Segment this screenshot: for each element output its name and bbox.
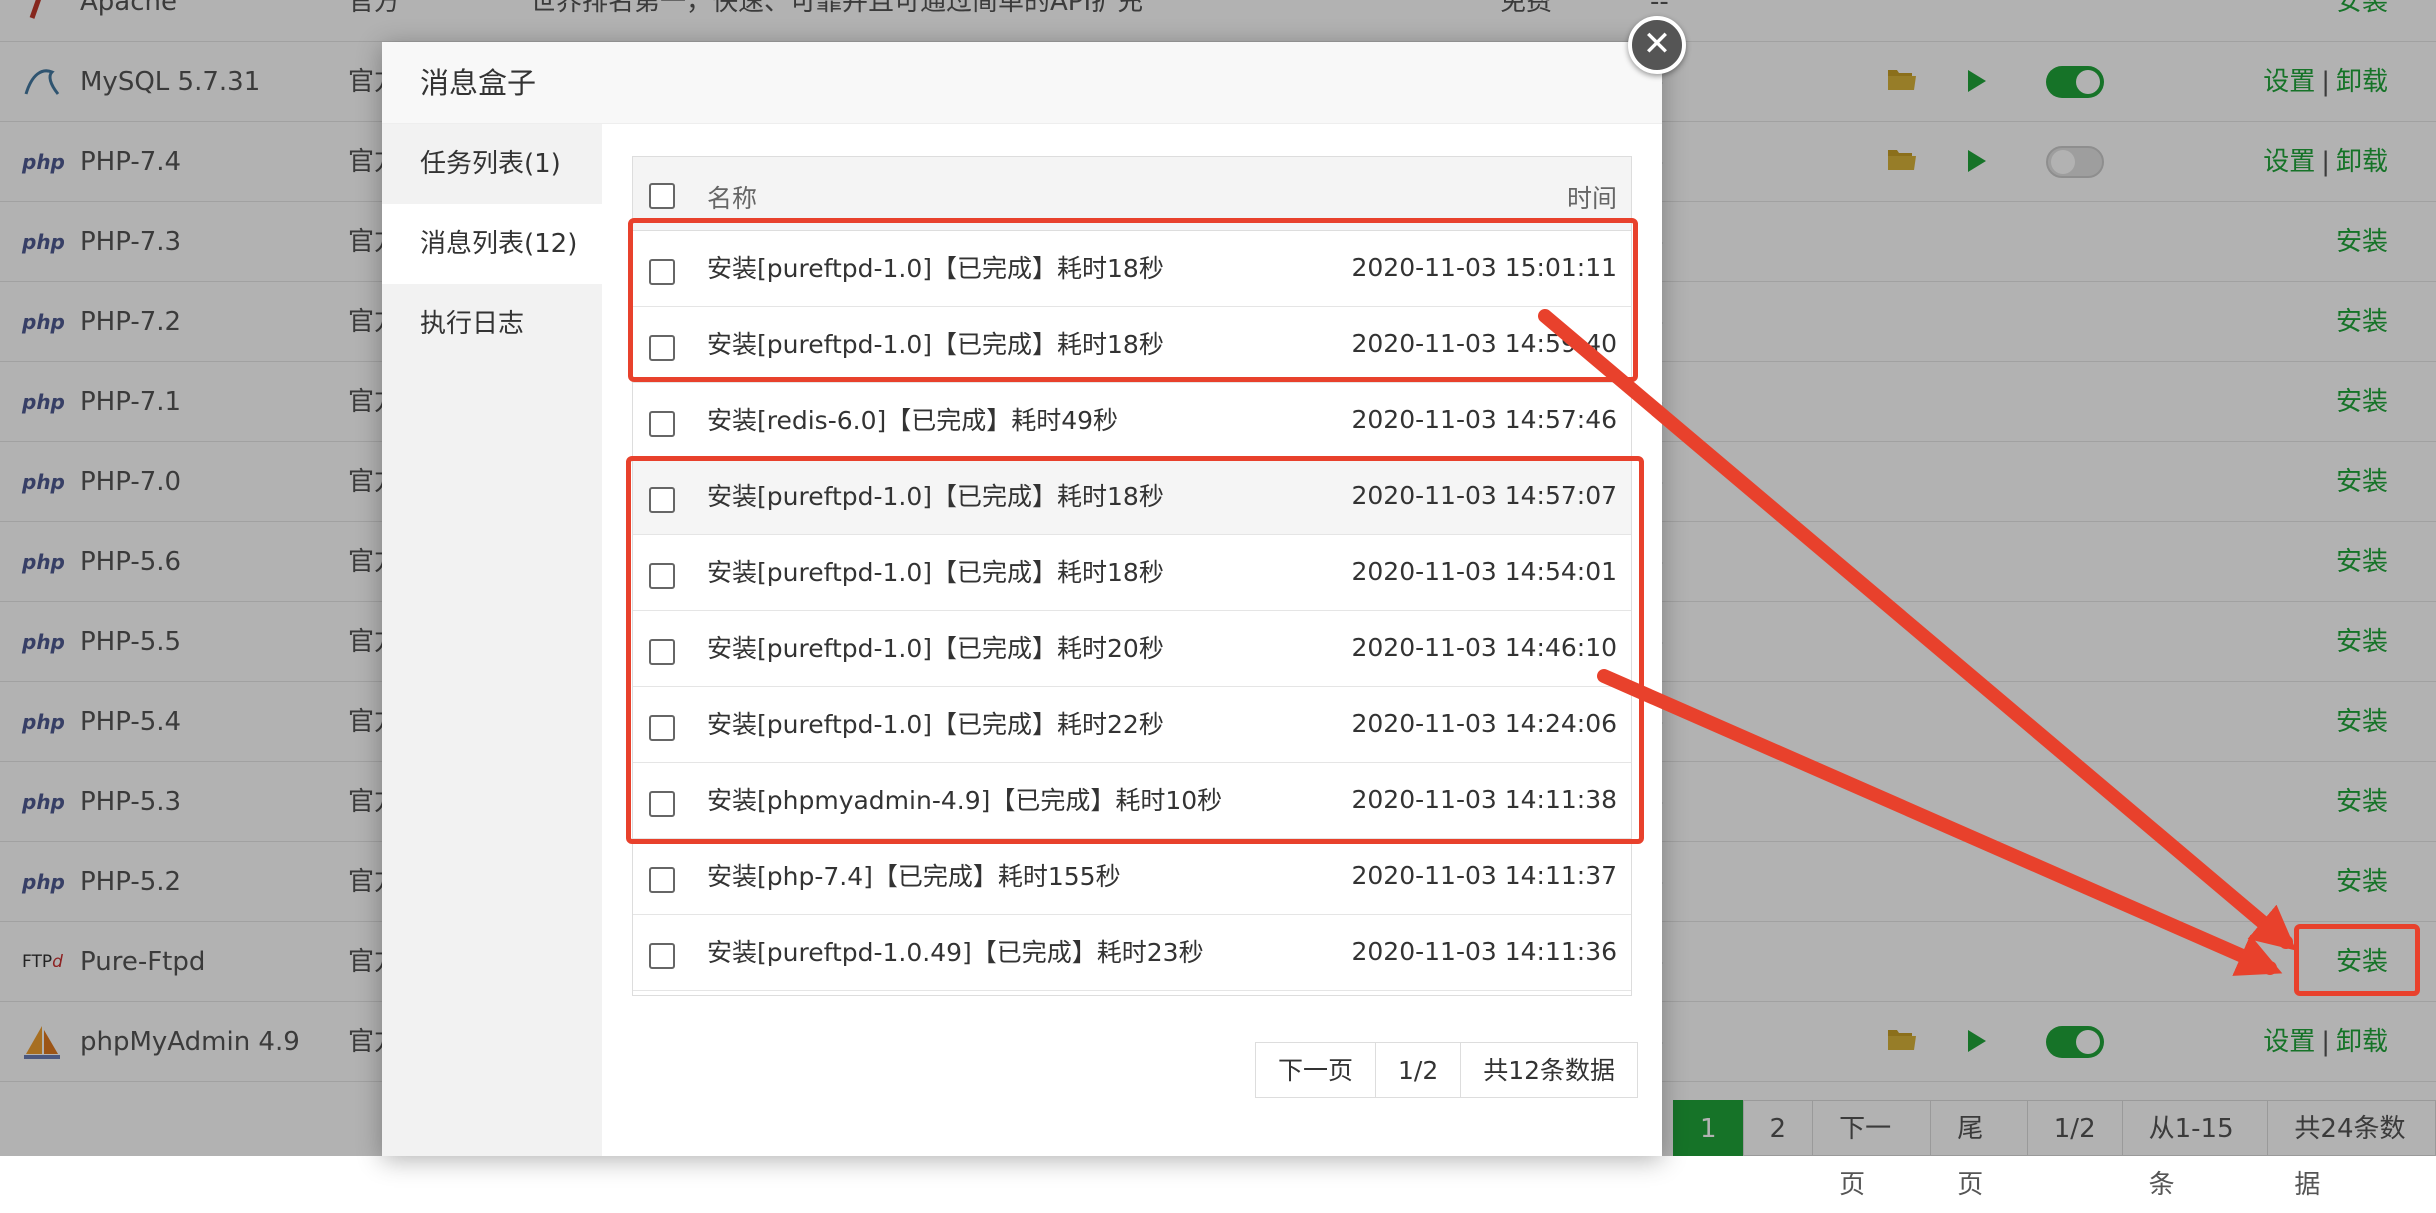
close-icon[interactable]: ✕ <box>1628 16 1686 74</box>
row-checkbox[interactable] <box>649 411 675 437</box>
modal-sidebar: 任务列表(1) 消息列表(12) 执行日志 <box>382 124 602 1156</box>
message-list-pager: 下一页 1/2 共12条数据 <box>1255 1042 1639 1098</box>
sidebar-tab[interactable]: 消息列表(12) <box>382 204 602 284</box>
modal-pager-item: 共12条数据 <box>1460 1042 1639 1098</box>
sidebar-tab[interactable]: 执行日志 <box>382 284 602 364</box>
message-name: 安装[redis-6.0]【已完成】耗时49秒 <box>707 406 1119 435</box>
table-row[interactable]: 安装[pureftpd-1.0.49]【已完成】耗时23秒 2020-11-03 … <box>633 915 1631 991</box>
message-name: 安装[php-7.4]【已完成】耗时155秒 <box>707 862 1121 891</box>
highlight-box-top <box>628 218 1638 382</box>
message-time: 2020-11-03 14:57:46 <box>1351 405 1617 434</box>
column-header-time: 时间 <box>1566 184 1617 213</box>
modal-pager-item[interactable]: 下一页 <box>1255 1042 1377 1098</box>
column-header-name: 名称 <box>707 184 758 213</box>
table-row[interactable]: 安装[php-7.4]【已完成】耗时155秒 2020-11-03 14:11:3… <box>633 839 1631 915</box>
row-checkbox[interactable] <box>649 867 675 893</box>
modal-pager-item: 1/2 <box>1375 1042 1462 1098</box>
modal-title: 消息盒子 <box>420 66 537 100</box>
message-name: 安装[pureftpd-1.0.49]【已完成】耗时23秒 <box>707 938 1204 967</box>
select-all-checkbox[interactable] <box>649 183 675 209</box>
message-time: 2020-11-03 14:11:36 <box>1351 937 1617 966</box>
modal-header: 消息盒子 <box>382 42 1662 124</box>
row-checkbox[interactable] <box>649 943 675 969</box>
highlight-box-middle <box>626 456 1644 844</box>
highlight-box-install <box>2294 924 2420 996</box>
message-time: 2020-11-03 14:11:37 <box>1351 861 1617 890</box>
sidebar-tab[interactable]: 任务列表(1) <box>382 124 602 204</box>
table-row[interactable]: 安装[redis-6.0]【已完成】耗时49秒 2020-11-03 14:57:… <box>633 383 1631 459</box>
